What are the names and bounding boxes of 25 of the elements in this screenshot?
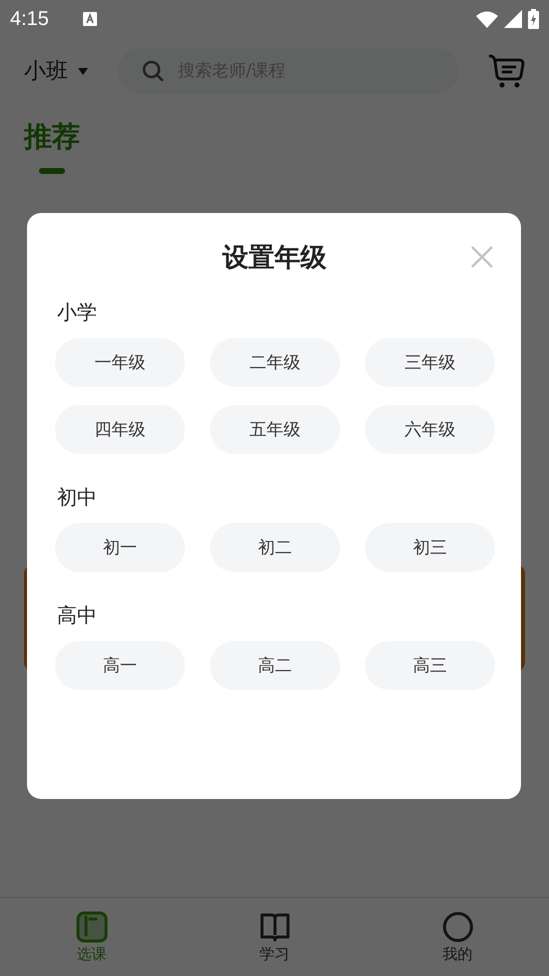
grade-option[interactable]: 高一 xyxy=(55,641,185,690)
wifi-icon xyxy=(476,10,498,28)
grade-option[interactable]: 初三 xyxy=(365,523,495,572)
grade-option[interactable]: 初一 xyxy=(55,523,185,572)
caret-icon xyxy=(78,68,88,74)
book-icon xyxy=(258,910,290,942)
grade-option[interactable]: 高二 xyxy=(210,641,340,690)
section-title: 小学 xyxy=(56,299,98,326)
battery-icon xyxy=(528,9,539,29)
grade-option[interactable]: 四年级 xyxy=(55,405,185,454)
grade-option[interactable]: 二年级 xyxy=(210,338,340,387)
grade-option[interactable]: 一年级 xyxy=(55,338,185,387)
grade-option[interactable]: 五年级 xyxy=(210,405,340,454)
section-title: 初中 xyxy=(56,484,98,511)
signal-icon xyxy=(504,10,522,28)
grade-option[interactable]: 初二 xyxy=(210,523,340,572)
grade-option[interactable]: 高三 xyxy=(365,641,495,690)
keyboard-icon xyxy=(82,12,97,26)
search-icon xyxy=(142,60,164,82)
dialog-title: 设置年级 xyxy=(222,242,326,274)
status-time: 4:15 xyxy=(10,8,49,30)
section-title: 高中 xyxy=(56,602,98,629)
grade-option[interactable]: 六年级 xyxy=(365,405,495,454)
grade-option[interactable]: 三年级 xyxy=(365,338,495,387)
cart-icon[interactable] xyxy=(489,54,525,88)
